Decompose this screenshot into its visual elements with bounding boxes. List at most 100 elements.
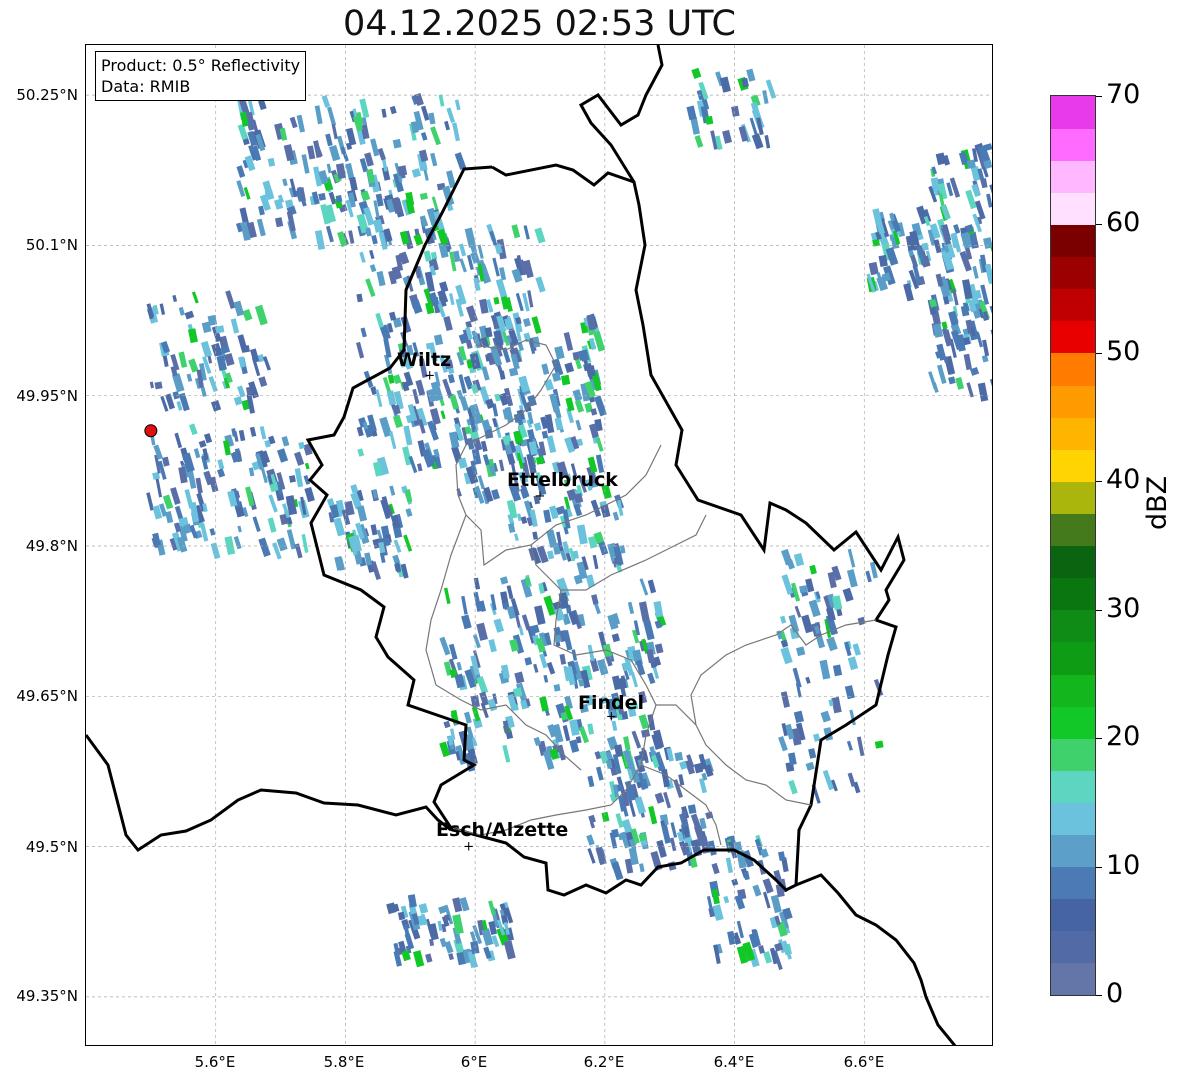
echo-cell — [188, 328, 198, 344]
echo-cell — [948, 376, 956, 385]
echo-cell — [286, 529, 297, 550]
echo-cell — [758, 945, 765, 954]
echo-cell — [694, 135, 704, 148]
lat-tick: 49.5°N — [25, 838, 78, 856]
echo-cell — [359, 251, 366, 263]
echo-cell — [387, 374, 395, 384]
echo-cell — [647, 579, 657, 594]
colorbar-segment — [1051, 417, 1095, 450]
echo-cell — [576, 524, 588, 545]
echo-cell — [498, 459, 505, 472]
colorbar-tick-label: 50 — [1106, 335, 1141, 367]
city-label-wiltz: Wiltz — [397, 349, 452, 371]
echo-cell — [611, 861, 624, 881]
echo-cell — [543, 378, 555, 391]
echo-cell — [200, 522, 209, 542]
radar-site-marker — [144, 424, 158, 438]
echo-cell — [428, 923, 439, 941]
echo-cell — [425, 953, 433, 963]
echo-cell — [778, 735, 788, 752]
echo-cell — [314, 229, 326, 250]
echo-cell — [233, 300, 245, 317]
echo-cell — [847, 772, 856, 787]
echo-cell — [654, 792, 665, 804]
echo-cell — [499, 576, 509, 585]
echo-cell — [778, 851, 786, 862]
echo-cell — [719, 76, 731, 93]
echo-cell — [627, 601, 635, 615]
echo-cell — [410, 299, 423, 315]
echo-cell — [267, 157, 276, 167]
echo-cell — [172, 294, 178, 303]
city-marker: + — [463, 840, 474, 855]
echo-cell — [572, 389, 583, 402]
echo-cell — [389, 431, 397, 450]
echo-cell — [413, 950, 425, 968]
echo-cell — [389, 485, 396, 496]
echo-cell — [780, 646, 793, 665]
echo-cell — [801, 614, 814, 634]
radar-map[interactable]: + + + + — [85, 44, 993, 1046]
echo-cell — [989, 245, 992, 266]
lon-tick: 6.4°E — [713, 1053, 755, 1071]
echo-cell — [493, 296, 500, 305]
echo-cell — [499, 267, 507, 281]
echo-cell — [357, 448, 365, 457]
echo-cell — [375, 312, 384, 328]
echo-cell — [674, 751, 684, 762]
echo-cell — [980, 178, 988, 189]
product-label: Product: 0.5° Reflectivity — [101, 56, 301, 75]
echo-cell — [392, 414, 403, 429]
lon-tick: 5.6°E — [194, 1053, 236, 1071]
echo-cell — [369, 249, 375, 260]
echo-cell — [304, 486, 315, 503]
echo-cell — [793, 552, 805, 567]
echo-cell — [193, 448, 201, 459]
map-canvas: ++++ — [86, 45, 992, 1045]
echo-cell — [454, 99, 461, 111]
echo-cell — [464, 227, 477, 248]
echo-cell — [252, 516, 261, 532]
echo-cell — [527, 428, 536, 440]
echo-cell — [231, 428, 237, 437]
echo-cell — [799, 585, 808, 594]
echo-cell — [431, 196, 439, 210]
echo-cell — [654, 643, 664, 654]
echo-cell — [238, 356, 246, 368]
echo-cell — [955, 377, 965, 390]
echo-cell — [989, 304, 992, 326]
echo-cell — [178, 351, 188, 368]
echo-cell — [727, 930, 736, 945]
echo-cell — [461, 614, 472, 630]
colorbar-segment — [1051, 288, 1095, 322]
echo-cell — [403, 534, 413, 552]
echo-cell — [691, 67, 702, 79]
colorbar-segment — [1051, 898, 1095, 932]
echo-cell — [953, 224, 961, 234]
echo-cell — [534, 605, 546, 625]
echo-cell — [639, 578, 649, 596]
echo-cell — [389, 105, 397, 115]
echo-cell — [842, 587, 854, 602]
lon-tick: 5.8°E — [323, 1053, 365, 1071]
echo-cell — [283, 144, 295, 162]
colorbar-segment — [1051, 962, 1095, 995]
lon-tick: 6°E — [460, 1053, 488, 1071]
echo-cell — [765, 79, 777, 99]
echo-cell — [743, 870, 750, 881]
echo-cell — [611, 633, 620, 643]
echo-cell — [575, 419, 582, 431]
city-label-esch: Esch/Alzette — [436, 819, 569, 841]
colorbar-segment — [1051, 160, 1095, 193]
echo-cell — [204, 433, 213, 444]
echo-cell — [155, 477, 163, 498]
echo-cell — [554, 417, 564, 431]
echo-cell — [449, 293, 455, 306]
colorbar-tick-label: 0 — [1106, 978, 1124, 1009]
echo-cell — [301, 154, 310, 174]
echo-cell — [307, 145, 316, 160]
echo-cell — [661, 768, 670, 788]
echo-cell — [454, 152, 467, 171]
echo-cell — [963, 353, 973, 371]
echo-cell — [591, 594, 599, 605]
